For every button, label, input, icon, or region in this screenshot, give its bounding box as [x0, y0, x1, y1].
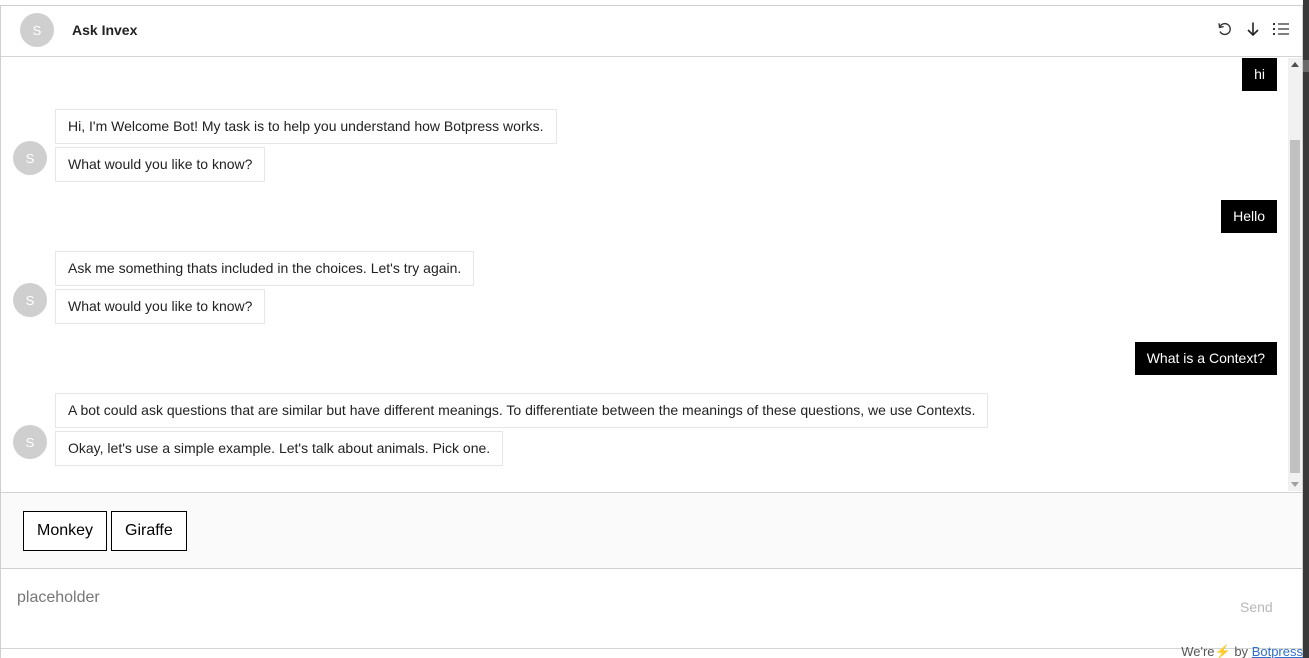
bot-message-bubble: What would you like to know? [55, 147, 266, 182]
quick-reply-monkey[interactable]: Monkey [23, 511, 108, 551]
chat-window: S Ask Invex hi S Hi, I'm Welcome Bot! My… [0, 5, 1303, 658]
bot-name: Ask Invex [72, 22, 138, 38]
bot-message-bubble: What would you like to know? [55, 289, 266, 324]
footer-prefix: We're [1181, 644, 1215, 658]
bot-message-bubble: Ask me something thats included in the c… [55, 251, 475, 286]
quick-reply-giraffe[interactable]: Giraffe [111, 511, 187, 551]
browser-scrollbar-thumb[interactable] [1303, 60, 1309, 72]
user-message: Hello [1221, 200, 1277, 233]
send-button[interactable]: Send [1240, 599, 1273, 615]
botpress-link[interactable]: Botpress [1252, 644, 1303, 658]
bot-message-bubble: A bot could ask questions that are simil… [55, 393, 989, 428]
browser-scrollbar[interactable] [1303, 0, 1309, 658]
footer-by: by [1234, 644, 1249, 658]
bot-avatar: S [13, 141, 47, 175]
user-message: What is a Context? [1134, 342, 1277, 375]
message-input[interactable] [17, 589, 1197, 629]
message-composer: Send [1, 569, 1302, 649]
reset-icon[interactable] [1216, 20, 1234, 38]
header-actions [1216, 20, 1290, 38]
bot-avatar-letter: S [25, 292, 35, 308]
bot-avatar-letter: S [32, 22, 42, 38]
list-icon[interactable] [1272, 20, 1290, 38]
bot-avatar: S [20, 13, 54, 47]
bot-avatar-letter: S [25, 434, 35, 450]
bolt-icon: ⚡ [1214, 644, 1231, 658]
bot-message-bubble: Hi, I'm Welcome Bot! My task is to help … [55, 109, 557, 144]
chat-header: S Ask Invex [1, 6, 1302, 57]
user-message: hi [1242, 58, 1277, 91]
download-icon[interactable] [1244, 20, 1262, 38]
bot-avatar: S [13, 283, 47, 317]
bot-avatar: S [13, 425, 47, 459]
message-scrollbar-thumb[interactable] [1290, 140, 1300, 473]
message-scrollbar[interactable] [1288, 58, 1302, 491]
bot-message-bubble: Okay, let's use a simple example. Let's … [55, 431, 504, 466]
scroll-down-arrow-icon[interactable] [1291, 482, 1299, 487]
scroll-up-arrow-icon[interactable] [1291, 62, 1299, 67]
powered-by-footer: We're⚡ by Botpress [1181, 644, 1303, 658]
message-list[interactable]: hi S Hi, I'm Welcome Bot! My task is to … [1, 58, 1302, 491]
bot-avatar-letter: S [25, 150, 35, 166]
quick-replies: Monkey Giraffe [1, 492, 1302, 569]
